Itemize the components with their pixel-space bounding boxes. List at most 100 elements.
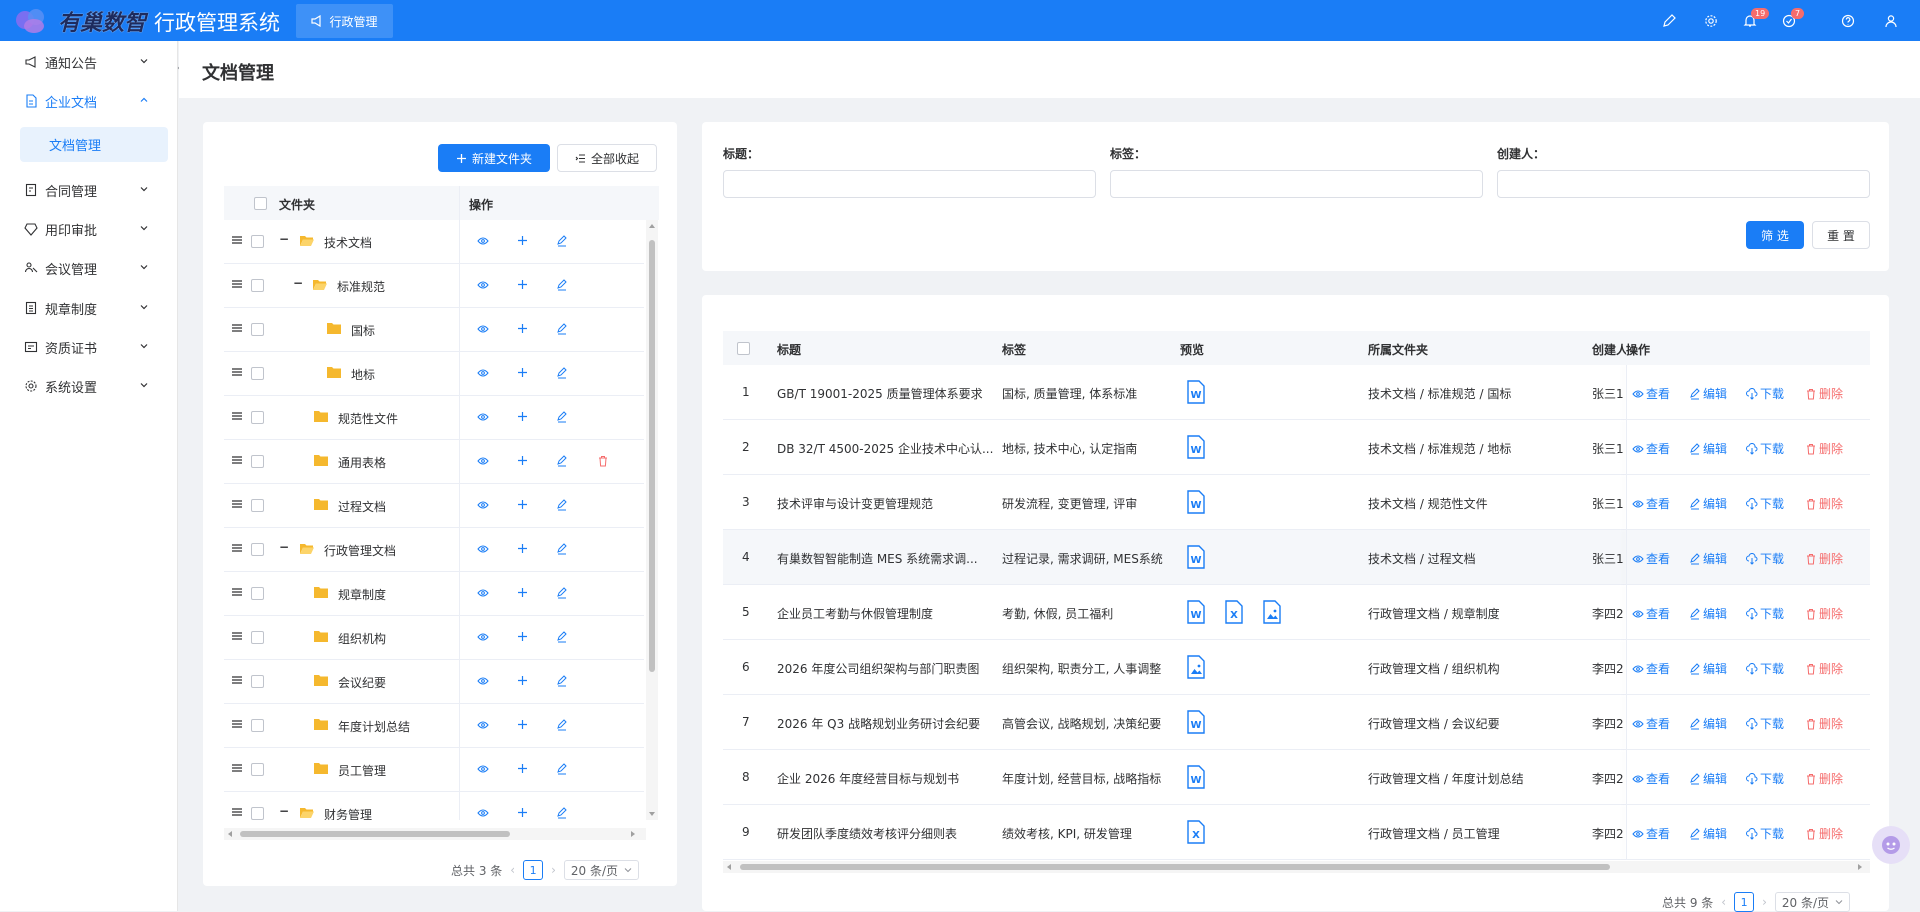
edit-icon[interactable]: [556, 323, 568, 338]
add-subfolder-icon[interactable]: [517, 763, 528, 777]
edit-button[interactable]: 编辑: [1689, 605, 1727, 622]
add-subfolder-icon[interactable]: [517, 675, 528, 689]
drag-handle-icon[interactable]: [231, 410, 243, 425]
row-checkbox[interactable]: [251, 675, 264, 688]
page-size-select[interactable]: 20 条/页: [1774, 892, 1851, 912]
row-checkbox[interactable]: [251, 631, 264, 644]
word-file-icon[interactable]: W: [1186, 380, 1206, 404]
row-checkbox[interactable]: [251, 367, 264, 380]
folder-vscroll-thumb[interactable]: [649, 240, 655, 672]
drag-handle-icon[interactable]: [231, 234, 243, 249]
table-row[interactable]: 6 2026 年度公司组织架构与部门职责图 组织架构, 职责分工, 人事调整 行政管理…: [723, 640, 1870, 695]
sidebar-item-rules[interactable]: 规章制度: [0, 289, 178, 327]
folder-row[interactable]: 会议纪要: [224, 660, 644, 704]
row-checkbox[interactable]: [251, 719, 264, 732]
edit-icon[interactable]: [556, 807, 568, 820]
excel-file-icon[interactable]: X: [1186, 820, 1206, 844]
sidebar-item-certificate[interactable]: 资质证书: [0, 328, 178, 366]
delete-button[interactable]: 删除: [1805, 440, 1843, 457]
edit-icon[interactable]: [556, 235, 568, 250]
help-icon[interactable]: [1839, 12, 1857, 30]
word-file-icon[interactable]: W: [1186, 545, 1206, 569]
view-icon[interactable]: [477, 323, 489, 338]
scroll-left-icon[interactable]: [725, 863, 733, 871]
row-checkbox[interactable]: [251, 235, 264, 248]
row-checkbox[interactable]: [251, 807, 264, 820]
folder-row[interactable]: 国标: [224, 308, 644, 352]
view-button[interactable]: 查看: [1632, 385, 1670, 402]
sidebar-item-contract[interactable]: 合同管理: [0, 171, 178, 209]
delete-button[interactable]: 删除: [1805, 495, 1843, 512]
prev-page-icon[interactable]: ‹: [510, 863, 515, 877]
bell-icon[interactable]: 19: [1741, 8, 1770, 30]
download-button[interactable]: 下载: [1746, 660, 1784, 677]
view-button[interactable]: 查看: [1632, 715, 1670, 732]
edit-icon[interactable]: [556, 631, 568, 646]
word-file-icon[interactable]: W: [1186, 710, 1206, 734]
folder-hscroll-track[interactable]: [224, 828, 646, 840]
folder-hscroll-thumb[interactable]: [240, 831, 510, 837]
view-button[interactable]: 查看: [1632, 825, 1670, 842]
row-checkbox[interactable]: [251, 763, 264, 776]
download-button[interactable]: 下载: [1746, 495, 1784, 512]
table-row[interactable]: 2 DB 32/T 4500-2025 企业技术中心认... 地标, 技术中心, 认…: [723, 420, 1870, 475]
folder-row[interactable]: − 技术文档: [224, 220, 644, 264]
row-checkbox[interactable]: [251, 499, 264, 512]
user-icon[interactable]: [1882, 12, 1900, 30]
view-button[interactable]: 查看: [1632, 660, 1670, 677]
excel-file-icon[interactable]: X: [1224, 600, 1244, 624]
add-subfolder-icon[interactable]: [517, 543, 528, 557]
folder-row[interactable]: 地标: [224, 352, 644, 396]
view-button[interactable]: 查看: [1632, 605, 1670, 622]
drag-handle-icon[interactable]: [231, 322, 243, 337]
row-checkbox[interactable]: [251, 323, 264, 336]
word-file-icon[interactable]: W: [1186, 765, 1206, 789]
row-checkbox[interactable]: [251, 279, 264, 292]
folder-row[interactable]: − 行政管理文档: [224, 528, 644, 572]
view-icon[interactable]: [477, 499, 489, 514]
row-checkbox[interactable]: [251, 543, 264, 556]
edit-button[interactable]: 编辑: [1689, 495, 1727, 512]
sidebar-item-docs[interactable]: 企业文档: [0, 82, 178, 120]
add-subfolder-icon[interactable]: [517, 411, 528, 425]
download-button[interactable]: 下载: [1746, 715, 1784, 732]
folder-row[interactable]: − 财务管理: [224, 792, 644, 820]
image-file-icon[interactable]: [1186, 655, 1206, 679]
download-button[interactable]: 下载: [1746, 605, 1784, 622]
doc-hscroll-thumb[interactable]: [740, 864, 1610, 870]
delete-button[interactable]: 删除: [1805, 715, 1843, 732]
tag-filter-input[interactable]: [1110, 170, 1483, 198]
edit-button[interactable]: 编辑: [1689, 770, 1727, 787]
table-row[interactable]: 7 2026 年 Q3 战略规划业务研讨会纪要 高管会议, 战略规划, 决策纪要 行政…: [723, 695, 1870, 750]
edit-icon[interactable]: [556, 719, 568, 734]
folder-row[interactable]: 通用表格: [224, 440, 644, 484]
edit-button[interactable]: 编辑: [1689, 385, 1727, 402]
sidebar-subitem-doc-management[interactable]: 文档管理: [20, 127, 168, 162]
next-page-icon[interactable]: ›: [1762, 895, 1767, 909]
view-button[interactable]: 查看: [1632, 495, 1670, 512]
scroll-down-icon[interactable]: [648, 810, 656, 818]
folder-vscroll-track[interactable]: [646, 220, 658, 820]
scroll-left-icon[interactable]: [226, 830, 234, 838]
view-icon[interactable]: [477, 675, 489, 690]
add-subfolder-icon[interactable]: [517, 631, 528, 645]
collapse-toggle-icon[interactable]: −: [293, 276, 303, 290]
prev-page-icon[interactable]: ‹: [1721, 895, 1726, 909]
delete-button[interactable]: 删除: [1805, 770, 1843, 787]
edit-button[interactable]: 编辑: [1689, 825, 1727, 842]
word-file-icon[interactable]: W: [1186, 490, 1206, 514]
folder-row[interactable]: 年度计划总结: [224, 704, 644, 748]
folder-row[interactable]: 规章制度: [224, 572, 644, 616]
table-row[interactable]: 3 技术评审与设计变更管理规范 研发流程, 变更管理, 评审 技术文档 / 规范性文件…: [723, 475, 1870, 530]
download-button[interactable]: 下载: [1746, 385, 1784, 402]
sidebar-item-seal[interactable]: 用印审批: [0, 210, 178, 248]
edit-icon[interactable]: [556, 543, 568, 558]
view-icon[interactable]: [477, 279, 489, 294]
new-folder-button[interactable]: 新建文件夹: [438, 144, 550, 172]
drag-handle-icon[interactable]: [231, 542, 243, 557]
creator-filter-input[interactable]: [1497, 170, 1870, 198]
image-file-icon[interactable]: [1262, 600, 1282, 624]
delete-button[interactable]: 删除: [1805, 605, 1843, 622]
view-button[interactable]: 查看: [1632, 550, 1670, 567]
title-filter-input[interactable]: [723, 170, 1096, 198]
